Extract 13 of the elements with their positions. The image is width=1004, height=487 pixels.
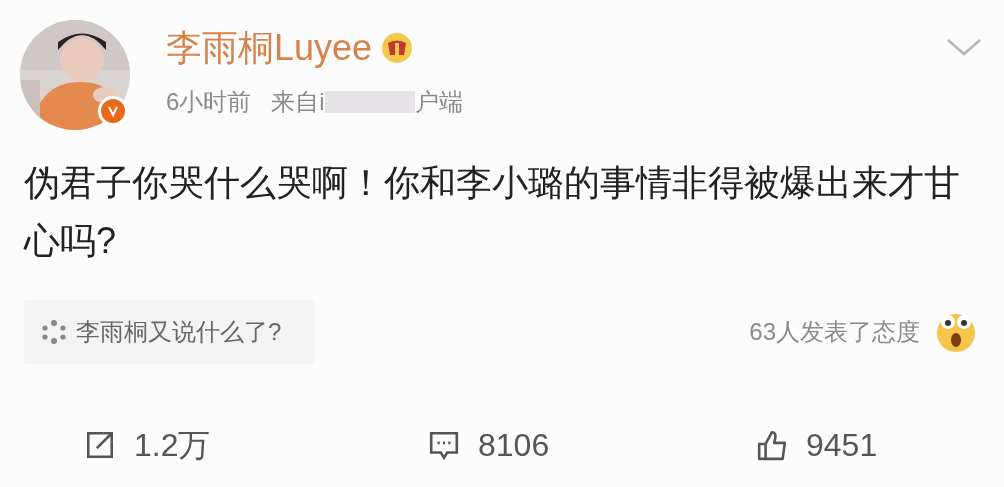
post-time: 6小时前 bbox=[166, 87, 252, 117]
action-button[interactable]: 8106 bbox=[428, 420, 550, 470]
post-source: 来自i bbox=[271, 87, 325, 117]
action-button[interactable]: 1.2万 bbox=[84, 420, 211, 470]
crown-icon bbox=[380, 31, 415, 65]
repost-icon bbox=[84, 429, 116, 461]
verified-badge-icon bbox=[98, 96, 128, 126]
post-source: 户端 bbox=[414, 87, 463, 117]
thumbs-up-icon bbox=[756, 429, 788, 461]
post-text: 伪君子你哭什么哭啊！你和李小璐的事情非得被爆出来才甘心吗? bbox=[24, 161, 961, 263]
action-button[interactable]: 9451 bbox=[756, 420, 878, 470]
topic-tag[interactable]: 李雨桐又说什么了? bbox=[24, 300, 316, 364]
comment-icon bbox=[428, 429, 460, 461]
